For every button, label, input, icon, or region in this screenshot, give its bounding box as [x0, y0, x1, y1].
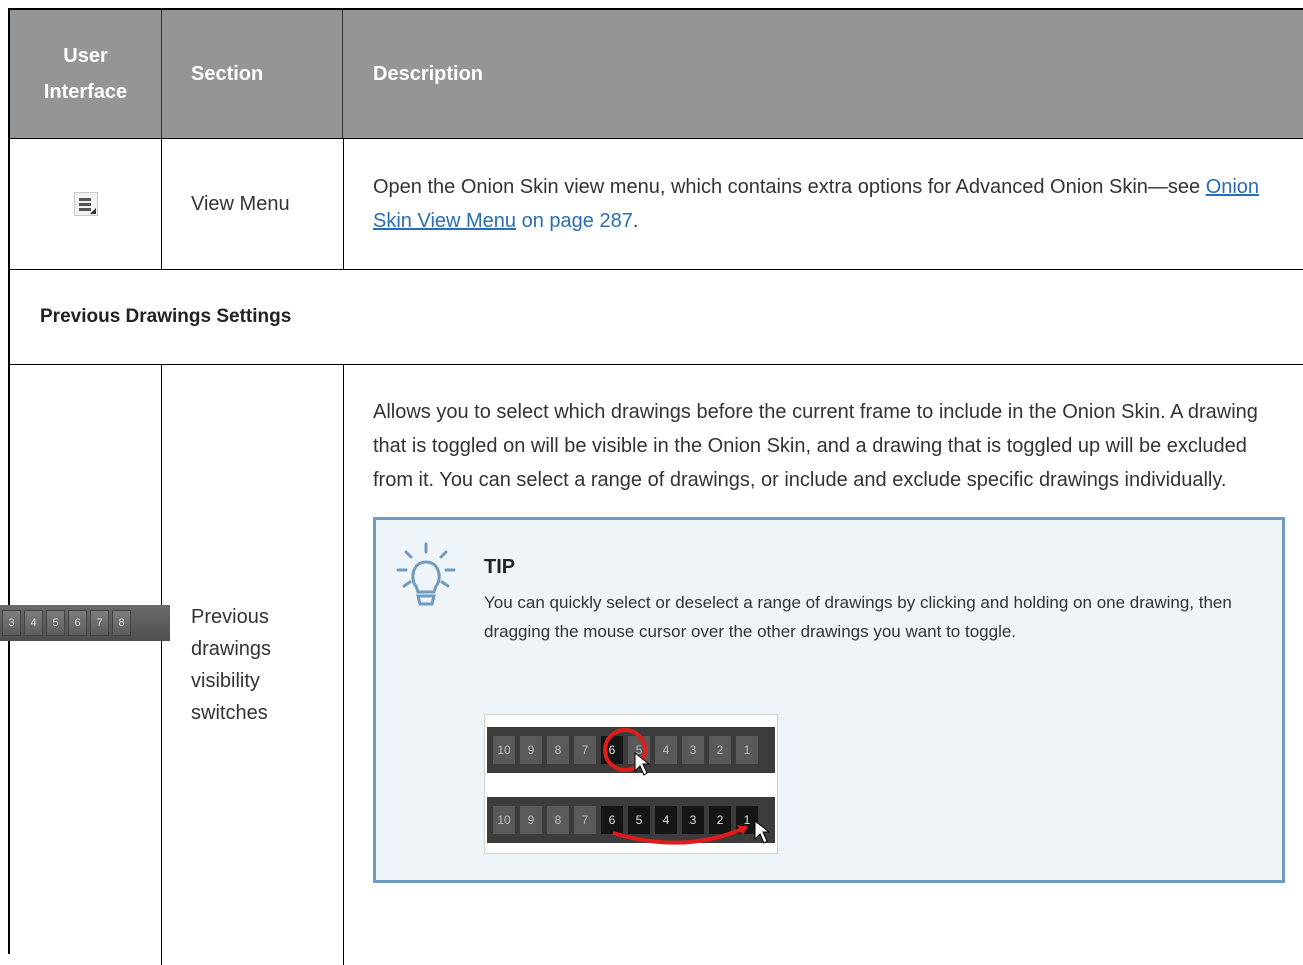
table-row-view-menu: View Menu Open the Onion Skin view menu,…	[10, 139, 1303, 270]
page-reference[interactable]: on page 287	[516, 210, 633, 232]
section-view-menu: View Menu	[162, 139, 344, 269]
section-line: visibility	[191, 670, 260, 692]
header-section: Section	[162, 10, 343, 138]
drawing-switch[interactable]: 7	[90, 610, 109, 636]
table-row-previous-drawings: 3 4 5 6 7 8 Previous drawings visibility…	[0, 365, 1303, 965]
ui-table: User Interface Section Description View …	[0, 8, 1303, 965]
section-line: Previous	[191, 606, 269, 628]
view-menu-desc-suffix: .	[632, 210, 639, 232]
header-description: Description	[373, 62, 484, 85]
drawing-switch[interactable]: 4	[24, 610, 43, 636]
description-previous-drawings: Allows you to select which drawings befo…	[344, 365, 1303, 965]
header-col1-line2: Interface	[43, 81, 128, 103]
view-menu-desc-prefix: Open the Onion Skin view menu, which con…	[373, 176, 1206, 198]
cursor-icon	[754, 819, 771, 844]
drawing-switch[interactable]: 5	[46, 610, 65, 636]
description-view-menu: Open the Onion Skin view menu, which con…	[344, 139, 1303, 269]
section-heading-row: Previous Drawings Settings	[10, 270, 1303, 365]
ui-cell	[10, 139, 162, 269]
view-menu-icon[interactable]	[73, 192, 98, 216]
table-header: User Interface Section Description	[10, 10, 1303, 139]
tip-box: TIP You can quickly select or deselect a…	[373, 517, 1285, 883]
tip-title: TIP	[484, 556, 516, 578]
drawing-switch[interactable]: 3	[2, 610, 21, 636]
ui-cell: 3 4 5 6 7 8	[0, 365, 170, 965]
section-previous-drawings: Previous drawings visibility switches	[162, 365, 344, 965]
lightbulb-icon	[396, 542, 456, 625]
previous-drawings-description: Allows you to select which drawings befo…	[373, 401, 1258, 491]
drawing-switch[interactable]: 6	[68, 610, 87, 636]
section-line: drawings	[191, 638, 272, 660]
header-col1-line1: User	[63, 45, 108, 67]
drag-arrow	[612, 825, 748, 845]
annotation-overlay	[603, 728, 771, 845]
tip-text: You can quickly select or deselect a ran…	[484, 593, 1232, 641]
previous-drawings-switch-strip[interactable]: 3 4 5 6 7 8	[0, 605, 170, 641]
tip-illustration: 10 9 8 7 6 5 4 3 2 1 10 9 8 7 6 5 4 3 2 …	[484, 714, 778, 854]
section-line: switches	[191, 702, 268, 724]
header-user-interface: User Interface	[10, 10, 162, 138]
drawing-switch[interactable]: 8	[112, 610, 131, 636]
section-heading: Previous Drawings Settings	[40, 306, 292, 327]
